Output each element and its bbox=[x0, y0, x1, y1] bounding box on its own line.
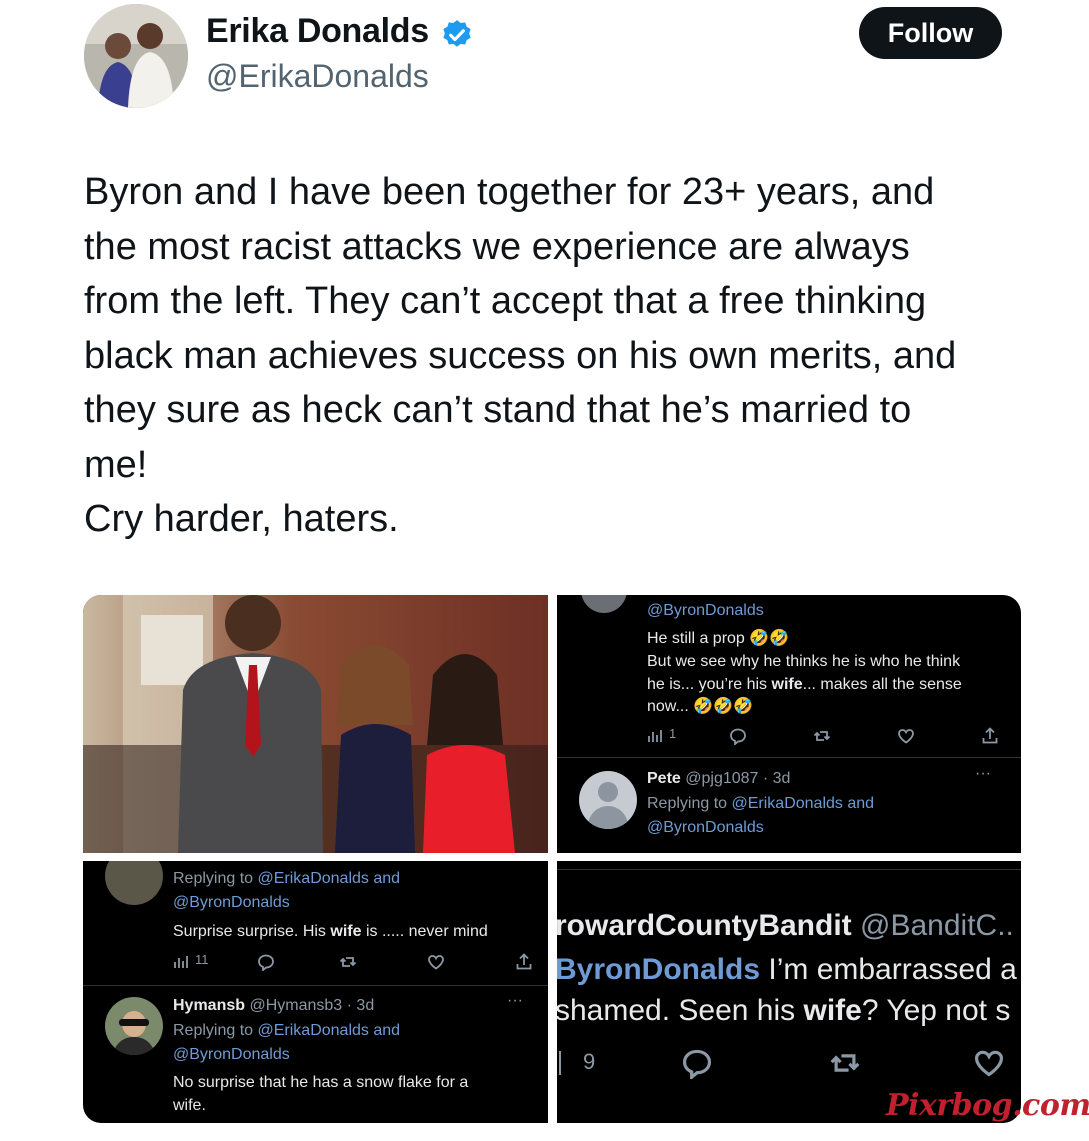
reply-author-handle[interactable]: @Hymansb3 · 3d bbox=[249, 997, 374, 1014]
follow-button[interactable]: Follow bbox=[859, 7, 1002, 59]
bold-word: wife bbox=[803, 994, 862, 1027]
mention-link[interactable]: @ErikaDonalds and bbox=[258, 870, 401, 887]
replying-to: Replying to @ErikaDonalds and bbox=[173, 867, 400, 891]
replying-to: Replying to @ErikaDonalds and bbox=[647, 792, 874, 816]
avatar[interactable] bbox=[105, 997, 163, 1055]
action-bar: 9 bbox=[557, 1047, 1021, 1081]
views-count: 11 bbox=[195, 952, 209, 967]
like-icon[interactable] bbox=[973, 1047, 1005, 1079]
mention-link[interactable]: @ErikaDonalds and bbox=[258, 1022, 401, 1039]
reply-line-4: now... 🤣🤣🤣 bbox=[647, 695, 753, 719]
default-avatar-icon[interactable] bbox=[579, 771, 637, 829]
reply-header: rowardCountyBandit @BanditC.. bbox=[557, 909, 1014, 943]
group-photo bbox=[83, 595, 548, 853]
more-options-icon[interactable]: ··· bbox=[507, 992, 523, 1010]
reply-text-line-2: shamed. Seen his wife? Yep not s bbox=[557, 994, 1010, 1028]
reply-text: Surprise surprise. His wife is ..... nev… bbox=[173, 920, 488, 944]
reply-text: He still a prop 🤣🤣 bbox=[647, 627, 789, 651]
share-icon[interactable] bbox=[515, 953, 533, 971]
text-part: is ..... never mind bbox=[361, 923, 488, 940]
profile-handle[interactable]: @ErikaDonalds bbox=[206, 58, 429, 95]
verified-badge-icon bbox=[443, 20, 471, 47]
reply-author-handle[interactable]: @BanditC.. bbox=[860, 909, 1014, 942]
mention-link[interactable]: ByronDonalds bbox=[557, 953, 760, 986]
reply-text-line-2: wife. bbox=[173, 1097, 206, 1114]
views-icon[interactable] bbox=[559, 1051, 561, 1075]
reply-line-2: But we see why he thinks he is who he th… bbox=[647, 653, 961, 670]
text-part: I’m embarrassed a bbox=[760, 953, 1017, 986]
action-bar: 1 bbox=[647, 725, 1021, 747]
reply-line-1: He still a prop bbox=[647, 630, 745, 647]
reply-text-line-1: No surprise that he has a snow flake for… bbox=[173, 1074, 469, 1091]
reply-icon[interactable] bbox=[729, 727, 747, 745]
views-count: 1 bbox=[669, 726, 677, 741]
mention-link[interactable]: @ByronDonalds bbox=[173, 891, 290, 915]
avatar bbox=[581, 595, 627, 613]
replying-to: Replying to @ErikaDonalds and bbox=[173, 1019, 400, 1043]
text-part: shamed. Seen his bbox=[557, 994, 804, 1027]
reply-text-line-1: ByronDonalds I’m embarrassed a bbox=[557, 953, 1017, 987]
replying-label: Replying to bbox=[173, 870, 258, 887]
reply-icon[interactable] bbox=[257, 953, 275, 971]
more-options-icon[interactable]: ··· bbox=[975, 765, 991, 783]
reply-screenshot-2[interactable]: Replying to @ErikaDonalds and @ByronDona… bbox=[83, 861, 548, 1123]
share-icon[interactable] bbox=[981, 727, 999, 745]
avatar-photo bbox=[84, 4, 188, 108]
reply-author-name[interactable]: rowardCountyBandit bbox=[557, 909, 852, 942]
mention-link[interactable]: @ByronDonalds bbox=[173, 1043, 290, 1067]
retweet-icon[interactable] bbox=[829, 1047, 861, 1079]
laughing-emoji-icon: 🤣🤣 bbox=[749, 630, 790, 647]
views-count: 9 bbox=[583, 1049, 596, 1074]
mention-link[interactable]: @ByronDonalds bbox=[647, 599, 764, 623]
views-icon[interactable] bbox=[647, 728, 663, 744]
text-part: ? Yep not s bbox=[861, 994, 1011, 1027]
bold-word: wife bbox=[771, 676, 803, 693]
tweet-text: Byron and I have been together for 23+ y… bbox=[84, 171, 957, 540]
profile-avatar[interactable] bbox=[84, 4, 188, 108]
views-icon[interactable] bbox=[173, 954, 189, 970]
reply-author-name[interactable]: Hymansb bbox=[173, 997, 245, 1014]
replying-label: Replying to bbox=[173, 1022, 258, 1039]
text-part: now... bbox=[647, 698, 689, 715]
divider bbox=[83, 985, 548, 986]
watermark: Pixrbog.com bbox=[886, 1088, 1089, 1123]
mention-link[interactable]: @ByronDonalds bbox=[647, 816, 764, 840]
reply-header: Hymansb @Hymansb3 · 3d bbox=[173, 994, 374, 1018]
avatar bbox=[105, 861, 163, 905]
like-icon[interactable] bbox=[427, 953, 445, 971]
like-icon[interactable] bbox=[897, 727, 915, 745]
divider bbox=[557, 757, 1021, 758]
divider bbox=[557, 869, 1021, 870]
mention-link[interactable]: @ErikaDonalds and bbox=[732, 795, 875, 812]
reply-header: Pete @pjg1087 · 3d bbox=[647, 767, 790, 791]
reply-screenshot-1[interactable]: @ByronDonalds He still a prop 🤣🤣 But we … bbox=[557, 595, 1021, 853]
retweet-icon[interactable] bbox=[339, 953, 357, 971]
reply-icon[interactable] bbox=[681, 1047, 713, 1079]
laughing-emoji-icon: 🤣🤣🤣 bbox=[693, 698, 754, 715]
retweet-icon[interactable] bbox=[813, 727, 831, 745]
reply-author-handle[interactable]: @pjg1087 · 3d bbox=[685, 770, 790, 787]
replying-label: Replying to bbox=[647, 795, 732, 812]
reply-screenshot-3[interactable]: rowardCountyBandit @BanditC.. ByronDonal… bbox=[557, 861, 1021, 1123]
action-bar: 11 bbox=[173, 951, 533, 973]
reply-line-3: he is... you’re his wife... makes all th… bbox=[647, 673, 962, 697]
media-photo[interactable] bbox=[83, 595, 548, 853]
reply-author-name[interactable]: Pete bbox=[647, 770, 681, 787]
text-part: Surprise surprise. His bbox=[173, 923, 331, 940]
text-part: ... makes all the sense bbox=[802, 676, 962, 693]
text-part: he is... you’re his bbox=[647, 676, 772, 693]
profile-name[interactable]: Erika Donalds bbox=[206, 12, 429, 51]
bold-word: wife bbox=[330, 923, 362, 940]
